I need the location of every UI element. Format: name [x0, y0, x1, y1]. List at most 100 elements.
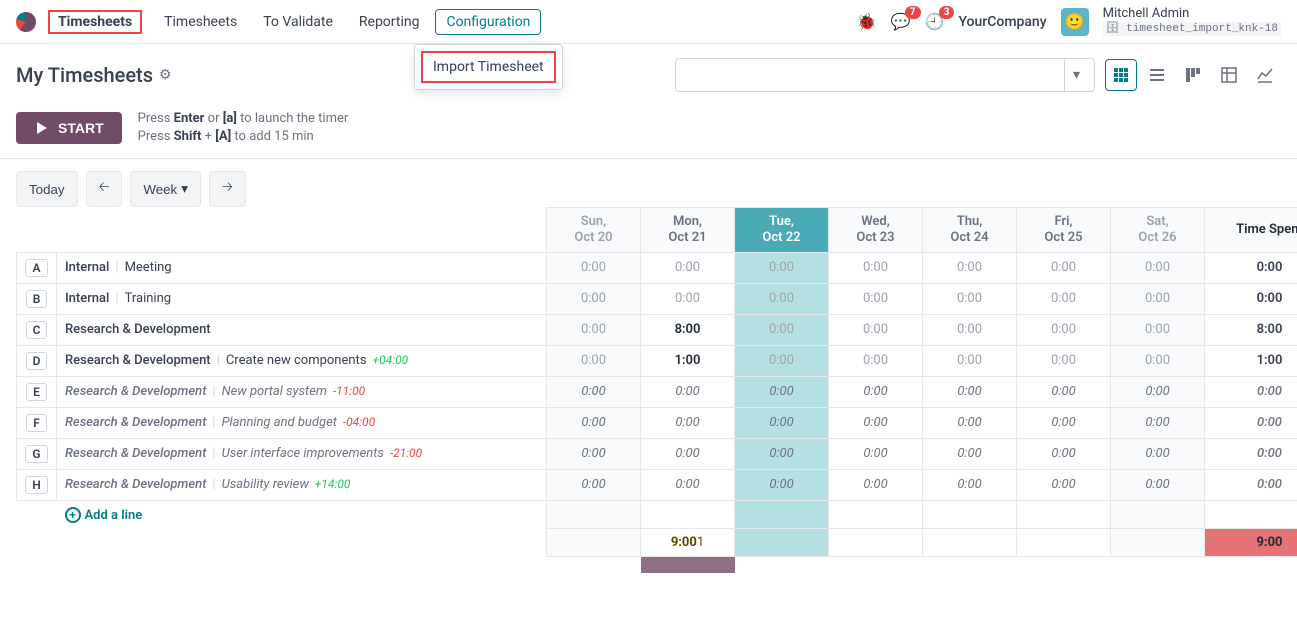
dropdown-import-timesheet[interactable]: Import Timesheet	[421, 51, 556, 83]
time-cell[interactable]: 0:00	[641, 376, 735, 407]
time-cell[interactable]: 0:00	[1017, 345, 1111, 376]
time-cell[interactable]: 0:00	[829, 438, 923, 469]
time-cell[interactable]: 0:00	[829, 469, 923, 500]
time-cell[interactable]: 0:00	[1111, 469, 1205, 500]
view-grid-icon[interactable]	[1105, 59, 1137, 91]
row-key[interactable]: F	[17, 407, 57, 438]
row-project[interactable]: Research & Development|New portal system…	[57, 376, 547, 407]
time-cell[interactable]: 0:00	[1017, 469, 1111, 500]
row-project[interactable]: Research & Development|User interface im…	[57, 438, 547, 469]
time-cell[interactable]: 0:00	[547, 407, 641, 438]
gear-icon[interactable]: ⚙	[159, 67, 172, 83]
search-caret-icon[interactable]: ▾	[1064, 59, 1088, 91]
row-project[interactable]: Research & Development|Planning and budg…	[57, 407, 547, 438]
add-line-button[interactable]: +Add a line	[65, 508, 143, 523]
row-key[interactable]: C	[17, 314, 57, 345]
today-button[interactable]: Today	[16, 171, 78, 207]
time-cell[interactable]: 0:00	[1017, 438, 1111, 469]
row-project[interactable]: Research & Development	[57, 314, 547, 345]
time-cell[interactable]: 0:00	[1111, 376, 1205, 407]
time-cell[interactable]: 0:00	[1111, 252, 1205, 283]
time-cell[interactable]: 0:00	[547, 252, 641, 283]
time-cell[interactable]: 8:00	[641, 314, 735, 345]
time-cell[interactable]: 0:00	[735, 345, 829, 376]
time-cell[interactable]: 0:00	[829, 345, 923, 376]
time-cell[interactable]: 0:00	[923, 469, 1017, 500]
time-cell[interactable]: 0:00	[829, 407, 923, 438]
time-cell[interactable]: 0:00	[547, 469, 641, 500]
row-project[interactable]: Research & Development|Create new compon…	[57, 345, 547, 376]
time-cell[interactable]: 0:00	[735, 252, 829, 283]
messages-icon[interactable]: 💬7	[891, 12, 911, 31]
time-cell[interactable]: 0:00	[923, 407, 1017, 438]
time-cell[interactable]: 0:00	[735, 407, 829, 438]
row-key[interactable]: A	[17, 252, 57, 283]
user-block[interactable]: Mitchell Admin 🗄 timesheet_import_knk-18	[1103, 7, 1281, 35]
view-graph-icon[interactable]	[1249, 59, 1281, 91]
scale-button[interactable]: Week ▾	[130, 171, 201, 207]
time-cell[interactable]: 0:00	[923, 438, 1017, 469]
time-cell[interactable]: 0:00	[735, 469, 829, 500]
time-cell[interactable]: 0:00	[829, 314, 923, 345]
time-cell[interactable]: 0:00	[829, 376, 923, 407]
debug-icon[interactable]: 🐞	[857, 12, 877, 31]
search-box[interactable]: ▾	[675, 58, 1095, 92]
time-cell[interactable]: 0:00	[923, 376, 1017, 407]
time-cell[interactable]: 0:00	[547, 376, 641, 407]
row-key[interactable]: H	[17, 469, 57, 500]
mon-total: 9:001	[641, 529, 735, 557]
next-button[interactable]: 🡢	[209, 171, 246, 207]
time-cell[interactable]: 0:00	[735, 438, 829, 469]
time-cell[interactable]: 1:00	[641, 345, 735, 376]
time-cell[interactable]: 0:00	[1017, 376, 1111, 407]
time-cell[interactable]: 0:00	[547, 314, 641, 345]
time-cell[interactable]: 0:00	[923, 252, 1017, 283]
nav-timesheets[interactable]: Timesheets	[154, 10, 247, 34]
row-key[interactable]: E	[17, 376, 57, 407]
view-pivot-icon[interactable]	[1213, 59, 1245, 91]
nav-configuration[interactable]: Configuration	[435, 9, 541, 35]
row-project[interactable]: Research & Development|Usability review+…	[57, 469, 547, 500]
time-cell[interactable]: 0:00	[829, 283, 923, 314]
row-project[interactable]: Internal|Meeting	[57, 252, 547, 283]
row-key[interactable]: D	[17, 345, 57, 376]
app-logo[interactable]	[16, 12, 36, 32]
time-cell[interactable]: 0:00	[1017, 252, 1111, 283]
time-cell[interactable]: 0:00	[641, 252, 735, 283]
view-kanban-icon[interactable]	[1177, 59, 1209, 91]
time-cell[interactable]: 0:00	[1017, 283, 1111, 314]
time-cell[interactable]: 0:00	[1111, 345, 1205, 376]
prev-button[interactable]: 🡠	[86, 171, 123, 207]
time-cell[interactable]: 0:00	[1111, 407, 1205, 438]
time-cell[interactable]: 0:00	[641, 469, 735, 500]
time-cell[interactable]: 0:00	[641, 407, 735, 438]
time-cell[interactable]: 0:00	[735, 314, 829, 345]
activities-icon[interactable]: 🕘3	[925, 12, 945, 31]
nav-to-validate[interactable]: To Validate	[253, 10, 343, 34]
time-cell[interactable]: 0:00	[923, 283, 1017, 314]
time-cell[interactable]: 0:00	[735, 283, 829, 314]
time-cell[interactable]: 0:00	[1017, 314, 1111, 345]
time-cell[interactable]: 0:00	[547, 438, 641, 469]
time-cell[interactable]: 0:00	[641, 438, 735, 469]
nav-reporting[interactable]: Reporting	[349, 10, 430, 34]
time-cell[interactable]: 0:00	[1111, 438, 1205, 469]
time-cell[interactable]: 0:00	[923, 345, 1017, 376]
time-cell[interactable]: 0:00	[735, 376, 829, 407]
avatar[interactable]: 🙂	[1061, 8, 1089, 36]
time-cell[interactable]: 0:00	[1111, 314, 1205, 345]
app-name-highlight[interactable]: Timesheets	[48, 10, 142, 34]
time-cell[interactable]: 0:00	[923, 314, 1017, 345]
row-key[interactable]: G	[17, 438, 57, 469]
time-cell[interactable]: 0:00	[1017, 407, 1111, 438]
time-cell[interactable]: 0:00	[641, 283, 735, 314]
time-cell[interactable]: 0:00	[547, 345, 641, 376]
start-button[interactable]: START	[16, 112, 122, 144]
view-list-icon[interactable]	[1141, 59, 1173, 91]
time-cell[interactable]: 0:00	[829, 252, 923, 283]
time-cell[interactable]: 0:00	[1111, 283, 1205, 314]
time-cell[interactable]: 0:00	[547, 283, 641, 314]
row-key[interactable]: B	[17, 283, 57, 314]
company-selector[interactable]: YourCompany	[958, 14, 1046, 30]
row-project[interactable]: Internal|Training	[57, 283, 547, 314]
